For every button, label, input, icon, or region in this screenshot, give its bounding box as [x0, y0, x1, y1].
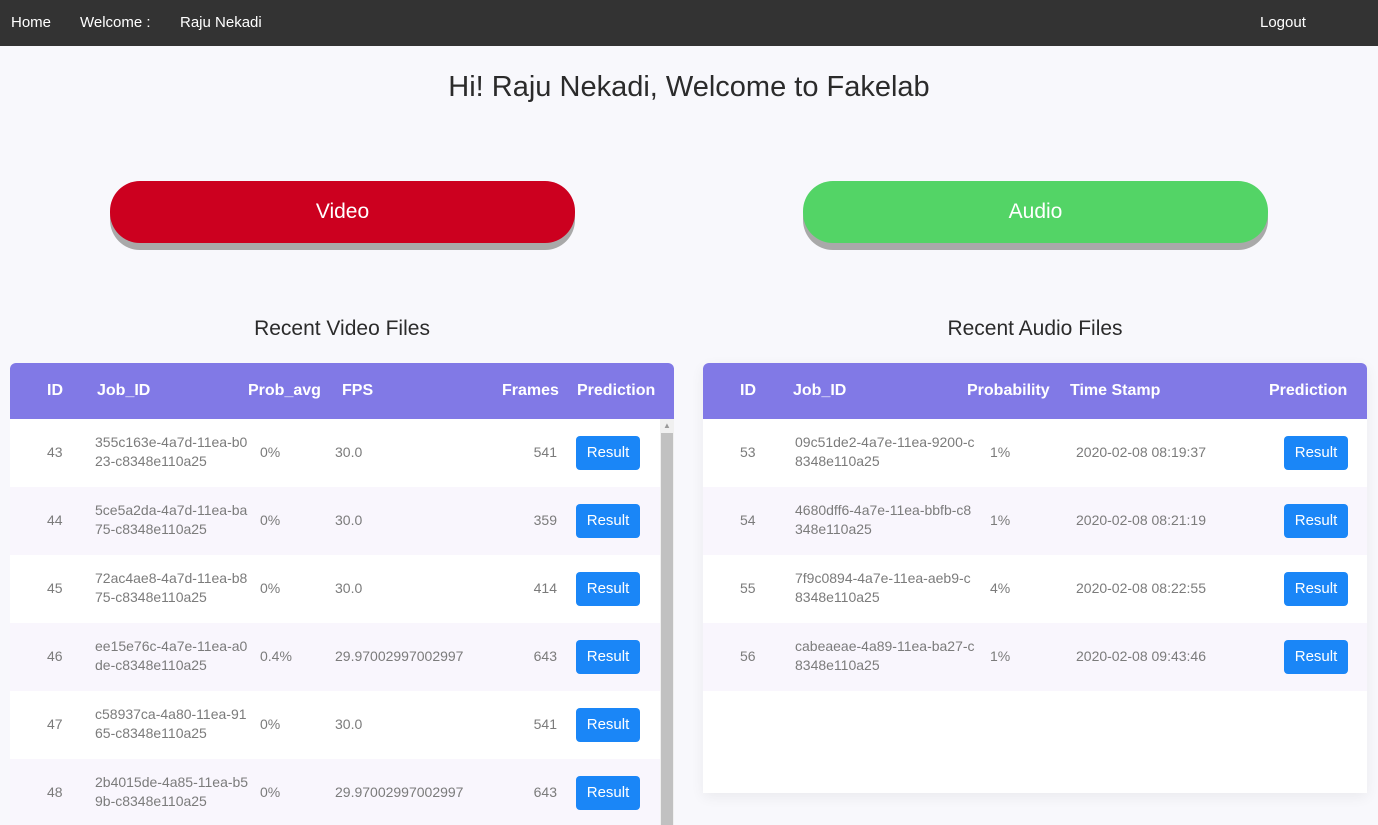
- table-row: 44 5ce5a2da-4a7d-11ea-ba75-c8348e110a25 …: [10, 487, 660, 555]
- audio-row-job-id: cabeaeae-4a89-11ea-ba27-c8348e110a25: [795, 638, 975, 673]
- audio-header-probability: Probability: [967, 382, 1050, 399]
- video-row-id: 44: [47, 512, 63, 528]
- scrollbar-thumb[interactable]: [661, 433, 673, 825]
- audio-row-id: 54: [740, 512, 756, 528]
- scroll-up-arrow-icon[interactable]: ▲: [660, 419, 674, 433]
- video-result-button[interactable]: Result: [576, 572, 640, 606]
- nav-user-link[interactable]: Raju Nekadi: [180, 14, 262, 32]
- audio-table-header: ID Job_ID Probability Time Stamp Predict…: [703, 363, 1367, 419]
- video-row-prob-avg: 0%: [260, 784, 281, 800]
- nav-welcome-label: Welcome :: [80, 14, 151, 31]
- audio-row-probability: 1%: [990, 648, 1011, 664]
- video-row-job-id: 72ac4ae8-4a7d-11ea-b875-c8348e110a25: [95, 570, 248, 605]
- video-table-scrollbar[interactable]: ▲: [660, 419, 674, 825]
- video-table-header: ID Job_ID Prob_avg FPS Frames Prediction: [10, 363, 674, 419]
- audio-button[interactable]: Audio: [803, 181, 1268, 243]
- audio-row-timestamp: 2020-02-08 08:22:55: [1076, 580, 1206, 596]
- top-navbar: Home Welcome : Raju Nekadi Logout: [0, 0, 1378, 46]
- audio-header-id: ID: [740, 382, 756, 399]
- table-row: 43 355c163e-4a7d-11ea-b023-c8348e110a25 …: [10, 419, 660, 487]
- audio-header-prediction: Prediction: [1269, 382, 1348, 399]
- table-row: 56 cabeaeae-4a89-11ea-ba27-c8348e110a25 …: [703, 623, 1367, 691]
- audio-files-table: ID Job_ID Probability Time Stamp Predict…: [703, 363, 1367, 793]
- video-header-frames: Frames: [502, 382, 559, 399]
- page-title: Hi! Raju Nekadi, Welcome to Fakelab: [448, 71, 930, 103]
- video-row-fps: 29.97002997002997: [335, 784, 464, 800]
- video-table-body: 43 355c163e-4a7d-11ea-b023-c8348e110a25 …: [10, 419, 660, 825]
- table-row: 53 09c51de2-4a7e-11ea-9200-c8348e110a25 …: [703, 419, 1367, 487]
- video-row-job-id: 355c163e-4a7d-11ea-b023-c8348e110a25: [95, 434, 248, 469]
- video-row-prob-avg: 0%: [260, 716, 281, 732]
- audio-table-body: 53 09c51de2-4a7e-11ea-9200-c8348e110a25 …: [703, 419, 1367, 691]
- audio-row-probability: 1%: [990, 512, 1011, 528]
- video-row-job-id: 2b4015de-4a85-11ea-b59b-c8348e110a25: [95, 774, 249, 809]
- audio-result-button[interactable]: Result: [1284, 504, 1348, 538]
- audio-section-title: Recent Audio Files: [947, 317, 1123, 340]
- audio-row-id: 56: [740, 648, 756, 664]
- table-row: 45 72ac4ae8-4a7d-11ea-b875-c8348e110a25 …: [10, 555, 660, 623]
- video-row-fps: 30.0: [335, 716, 363, 732]
- video-row-prob-avg: 0%: [260, 512, 281, 528]
- nav-home-link[interactable]: Home: [11, 14, 51, 32]
- video-result-button[interactable]: Result: [576, 640, 640, 674]
- video-row-id: 46: [47, 648, 63, 664]
- video-row-frames: 359: [533, 512, 557, 528]
- video-row-fps: 30.0: [335, 512, 363, 528]
- video-button[interactable]: Video: [110, 181, 575, 243]
- video-files-table: ID Job_ID Prob_avg FPS Frames Prediction…: [10, 363, 674, 825]
- audio-result-button[interactable]: Result: [1284, 572, 1348, 606]
- audio-row-id: 55: [740, 580, 756, 596]
- video-row-prob-avg: 0%: [260, 444, 281, 460]
- video-row-frames: 541: [533, 444, 557, 460]
- video-header-job-id: Job_ID: [97, 382, 151, 399]
- audio-row-timestamp: 2020-02-08 09:43:46: [1076, 648, 1206, 664]
- video-header-id: ID: [47, 382, 63, 399]
- table-row: 47 c58937ca-4a80-11ea-9165-c8348e110a25 …: [10, 691, 660, 759]
- audio-header-job-id: Job_ID: [793, 382, 847, 399]
- audio-result-button[interactable]: Result: [1284, 640, 1348, 674]
- video-row-job-id: ee15e76c-4a7e-11ea-a0de-c8348e110a25: [95, 638, 248, 673]
- video-row-job-id: c58937ca-4a80-11ea-9165-c8348e110a25: [95, 706, 247, 741]
- audio-row-job-id: 7f9c0894-4a7e-11ea-aeb9-c8348e110a25: [795, 570, 971, 605]
- table-row: 48 2b4015de-4a85-11ea-b59b-c8348e110a25 …: [10, 759, 660, 825]
- video-row-frames: 541: [533, 716, 557, 732]
- video-row-fps: 30.0: [335, 580, 363, 596]
- audio-row-timestamp: 2020-02-08 08:21:19: [1076, 512, 1206, 528]
- video-result-button[interactable]: Result: [576, 776, 640, 810]
- table-row: 55 7f9c0894-4a7e-11ea-aeb9-c8348e110a25 …: [703, 555, 1367, 623]
- audio-row-probability: 4%: [990, 580, 1011, 596]
- video-row-prob-avg: 0.4%: [260, 648, 292, 664]
- video-row-id: 45: [47, 580, 63, 596]
- video-row-prob-avg: 0%: [260, 580, 281, 596]
- video-header-prob-avg: Prob_avg: [248, 382, 321, 399]
- video-row-job-id: 5ce5a2da-4a7d-11ea-ba75-c8348e110a25: [95, 502, 248, 537]
- video-row-fps: 30.0: [335, 444, 363, 460]
- video-header-prediction: Prediction: [577, 382, 656, 399]
- video-result-button[interactable]: Result: [576, 436, 640, 470]
- audio-row-job-id: 4680dff6-4a7e-11ea-bbfb-c8348e110a25: [795, 502, 972, 537]
- video-section-title: Recent Video Files: [254, 317, 430, 340]
- audio-row-timestamp: 2020-02-08 08:19:37: [1076, 444, 1206, 460]
- audio-result-button[interactable]: Result: [1284, 436, 1348, 470]
- video-result-button[interactable]: Result: [576, 708, 640, 742]
- video-header-fps: FPS: [342, 382, 374, 399]
- nav-logout-link[interactable]: Logout: [1260, 14, 1306, 32]
- audio-row-probability: 1%: [990, 444, 1011, 460]
- video-row-fps: 29.97002997002997: [335, 648, 464, 664]
- table-row: 54 4680dff6-4a7e-11ea-bbfb-c8348e110a25 …: [703, 487, 1367, 555]
- video-result-button[interactable]: Result: [576, 504, 640, 538]
- audio-header-time-stamp: Time Stamp: [1070, 382, 1161, 399]
- video-row-frames: 643: [533, 784, 557, 800]
- audio-row-id: 53: [740, 444, 756, 460]
- video-row-id: 48: [47, 784, 63, 800]
- video-row-id: 47: [47, 716, 63, 732]
- video-row-frames: 643: [533, 648, 557, 664]
- video-row-id: 43: [47, 444, 63, 460]
- table-row: 46 ee15e76c-4a7e-11ea-a0de-c8348e110a25 …: [10, 623, 660, 691]
- audio-row-job-id: 09c51de2-4a7e-11ea-9200-c8348e110a25: [795, 434, 975, 469]
- video-row-frames: 414: [533, 580, 557, 596]
